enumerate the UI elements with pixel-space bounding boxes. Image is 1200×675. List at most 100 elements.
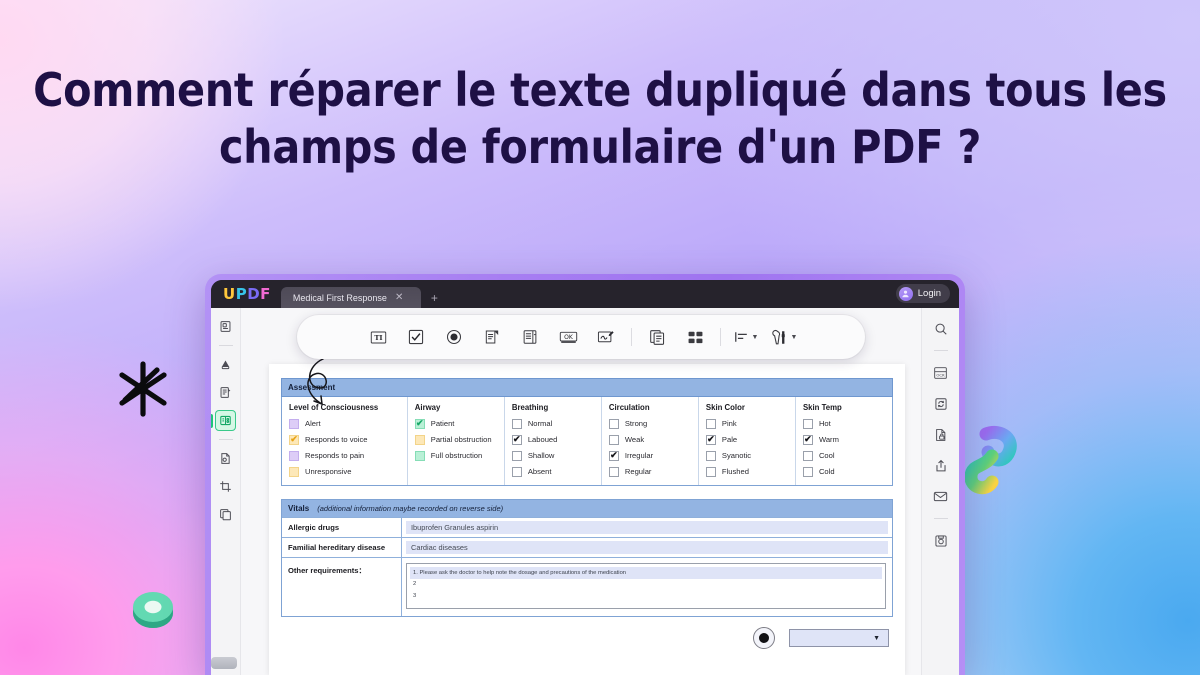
checkbox-row[interactable]: Shallow: [511, 450, 594, 461]
checkbox-tool-icon[interactable]: [397, 322, 435, 352]
laptop-trackpad: [211, 657, 237, 669]
checkbox-icon[interactable]: [802, 450, 813, 461]
new-tab-icon[interactable]: +: [431, 291, 438, 308]
duplicate-fields-tool-icon[interactable]: [638, 322, 676, 352]
checkbox-icon[interactable]: [705, 450, 716, 461]
checkbox-row[interactable]: Pink: [705, 418, 788, 429]
checkbox-row[interactable]: Regular: [608, 466, 691, 477]
checkbox-icon[interactable]: [705, 418, 716, 429]
checkbox-row[interactable]: Flushed: [705, 466, 788, 477]
other-requirements-textarea[interactable]: 1. Please ask the doctor to help note th…: [406, 563, 886, 609]
push-button-tool-icon[interactable]: OK: [549, 322, 587, 352]
chevron-down-icon-2[interactable]: ▼: [791, 334, 798, 341]
checkbox-row[interactable]: Strong: [608, 418, 691, 429]
dropdown-tool-icon[interactable]: [473, 322, 511, 352]
vitals-row: Familial hereditary disease Cardiac disea…: [282, 537, 892, 557]
checkbox-row[interactable]: Alert: [289, 418, 400, 429]
checkbox-icon[interactable]: [289, 466, 299, 477]
laptop-mockup: UPDF Medical First Response ✕ + Login TI…: [205, 274, 965, 675]
arrange-fields-tool-icon[interactable]: [676, 322, 714, 352]
document-viewport: TI OK ▼ ▼ Assessment Level of Consciousn…: [241, 308, 921, 675]
checkbox-row[interactable]: ✔ Pale: [705, 434, 788, 445]
checkbox-icon[interactable]: [289, 418, 299, 429]
close-icon[interactable]: ✕: [395, 293, 403, 303]
check-mark-icon: ✔: [804, 434, 812, 444]
checkbox-icon[interactable]: ✔: [414, 418, 425, 429]
assessment-column: Skin Color Pink ✔ Pale Syanotic Flushed: [699, 397, 796, 485]
save-icon[interactable]: [930, 530, 951, 551]
checkbox-row[interactable]: ✔ Irregular: [608, 450, 691, 461]
checkbox-icon[interactable]: ✔: [289, 434, 299, 445]
check-mark-icon: ✔: [290, 434, 298, 444]
checkbox-row[interactable]: Cool: [802, 450, 885, 461]
checkbox-row[interactable]: Absent: [511, 466, 594, 477]
text-field-tool-icon[interactable]: TI: [359, 322, 397, 352]
checkbox-row[interactable]: ✔ Warm: [802, 434, 885, 445]
sidebar-item-page-organize[interactable]: [215, 448, 236, 469]
checkbox-icon[interactable]: [802, 418, 813, 429]
sidebar-item-thumbnails[interactable]: [215, 316, 236, 337]
checkbox-row[interactable]: Cold: [802, 466, 885, 477]
lock-icon[interactable]: [930, 424, 951, 445]
chevron-down-icon[interactable]: ▼: [752, 334, 759, 341]
checkbox-icon[interactable]: ✔: [802, 434, 813, 445]
text-field[interactable]: Cardiac diseases: [406, 541, 888, 554]
checkbox-row[interactable]: Unresponsive: [289, 466, 400, 477]
checkbox-icon[interactable]: [511, 466, 522, 477]
vitals-title: Vitals: [288, 504, 310, 513]
logo-letter-f: F: [260, 285, 271, 303]
document-tab[interactable]: Medical First Response ✕: [280, 287, 421, 309]
radio-button-field[interactable]: [753, 627, 775, 649]
login-button[interactable]: Login: [895, 284, 950, 303]
sidebar-item-annotate[interactable]: [215, 354, 236, 375]
share-icon[interactable]: [930, 455, 951, 476]
checkbox-row[interactable]: ✔ Responds to voice: [289, 434, 400, 445]
checkbox-icon[interactable]: [511, 418, 522, 429]
checkbox-row[interactable]: Weak: [608, 434, 691, 445]
checkbox-icon[interactable]: [608, 466, 619, 477]
checkbox-icon[interactable]: [414, 450, 425, 461]
sidebar-item-prepare-form[interactable]: [211, 410, 236, 431]
checkbox-icon[interactable]: [608, 434, 619, 445]
checkbox-row[interactable]: Partial obstruction: [414, 434, 497, 445]
checkbox-icon[interactable]: [802, 466, 813, 477]
checkbox-row[interactable]: ✔ Patient: [414, 418, 497, 429]
mail-icon[interactable]: [930, 486, 951, 507]
ocr-icon[interactable]: OCR: [930, 362, 951, 383]
checkbox-icon[interactable]: [705, 466, 716, 477]
colorful-squiggle-decoration-icon: [964, 426, 1017, 495]
checkbox-icon[interactable]: [608, 418, 619, 429]
dropdown-field[interactable]: ▼: [789, 629, 889, 647]
list-box-tool-icon[interactable]: [511, 322, 549, 352]
checkbox-icon[interactable]: ✔: [511, 434, 522, 445]
logo-letter-u: U: [223, 285, 236, 303]
chevron-down-icon-dropdown[interactable]: ▼: [873, 635, 880, 642]
sidebar-item-compare[interactable]: [215, 504, 236, 525]
checkbox-label: Shallow: [527, 451, 555, 460]
checkbox-row[interactable]: Responds to pain: [289, 450, 400, 461]
signature-tool-icon[interactable]: [587, 322, 625, 352]
checkbox-label: Alert: [305, 419, 321, 428]
convert-icon[interactable]: [930, 393, 951, 414]
text-field[interactable]: Ibuprofen Granules aspirin: [406, 521, 888, 534]
checkbox-icon[interactable]: [289, 450, 299, 461]
sidebar-item-crop-page[interactable]: [215, 476, 236, 497]
align-tool-icon[interactable]: ▼: [727, 322, 765, 352]
checkbox-icon[interactable]: [511, 450, 522, 461]
checkbox-row[interactable]: Full obstruction: [414, 450, 497, 461]
checkbox-row[interactable]: Normal: [511, 418, 594, 429]
toolbar-divider-1: [631, 328, 632, 346]
checkbox-icon[interactable]: [414, 434, 425, 445]
sidebar-item-edit-pdf[interactable]: [215, 382, 236, 403]
radio-button-tool-icon[interactable]: [435, 322, 473, 352]
assessment-column-title: Skin Temp: [802, 403, 842, 412]
checkbox-label: Cool: [818, 451, 835, 460]
checkbox-icon[interactable]: ✔: [608, 450, 619, 461]
checkbox-icon[interactable]: ✔: [705, 434, 716, 445]
search-icon[interactable]: [930, 318, 951, 339]
checkbox-row[interactable]: Syanotic: [705, 450, 788, 461]
bottom-form-widgets: ▼: [753, 627, 889, 649]
checkbox-row[interactable]: ✔ Laboued: [511, 434, 594, 445]
checkbox-row[interactable]: Hot: [802, 418, 885, 429]
field-settings-tool-icon[interactable]: ▼: [765, 322, 803, 352]
